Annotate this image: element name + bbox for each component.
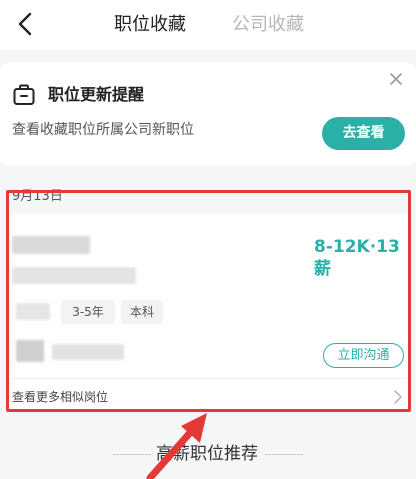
- red-arrow-icon: [146, 413, 207, 479]
- top-navigation-bar: 职位收藏 公司收藏: [0, 0, 416, 50]
- close-icon[interactable]: [389, 72, 403, 86]
- reminder-description: 查看收藏职位所属公司新职位: [12, 122, 194, 138]
- briefcase-icon: [13, 84, 35, 105]
- tab-job-favorites[interactable]: 职位收藏: [114, 12, 186, 38]
- back-arrow-icon[interactable]: [14, 11, 36, 37]
- reminder-title: 职位更新提醒: [48, 85, 145, 104]
- tab-company-favorites[interactable]: 公司收藏: [232, 12, 304, 38]
- highlight-box: [6, 190, 411, 412]
- divider-right: [265, 454, 303, 455]
- job-update-reminder-card: 职位更新提醒 查看收藏职位所属公司新职位: [0, 62, 416, 166]
- go-view-button[interactable]: 去查看: [322, 117, 405, 150]
